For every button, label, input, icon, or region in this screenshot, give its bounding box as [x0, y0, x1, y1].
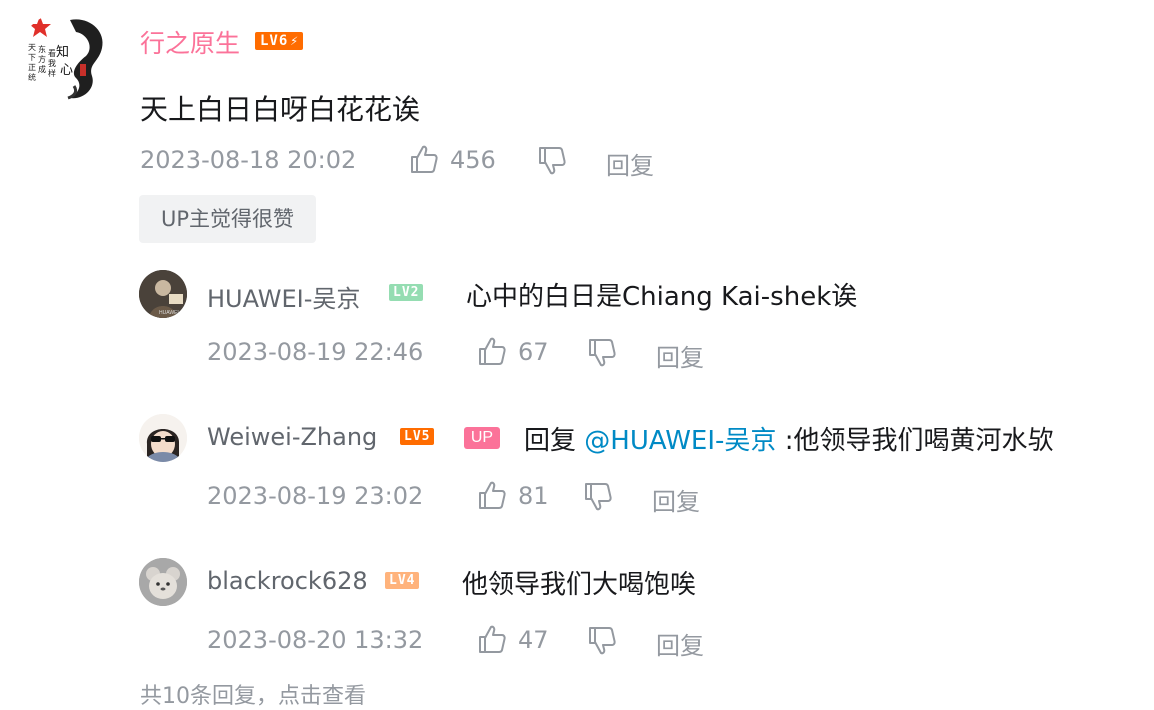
reply-username[interactable]: blackrock628 — [207, 567, 368, 595]
like-count: 47 — [518, 626, 549, 654]
thumbs-down-icon[interactable] — [588, 626, 616, 656]
thumbs-up-icon[interactable] — [478, 336, 506, 366]
avatar[interactable] — [139, 558, 187, 606]
svg-text:方: 方 — [38, 54, 46, 64]
lightning-icon: ⚡ — [290, 34, 300, 49]
svg-text:看: 看 — [48, 49, 56, 58]
reply-button[interactable]: 回复 — [606, 146, 654, 181]
reply-avatar-image — [139, 558, 187, 606]
thumbs-up-icon[interactable] — [478, 480, 506, 510]
svg-text:成: 成 — [38, 64, 46, 74]
svg-text:下: 下 — [28, 53, 36, 62]
level-badge: LV6 ⚡ — [255, 32, 304, 50]
svg-text:样: 样 — [48, 68, 56, 78]
reply-avatar-image: HUAWEI — [139, 270, 187, 318]
avatar[interactable]: 天 下 正 统 东 方 成 看 我 样 知 心 — [18, 12, 110, 104]
reply-text: 心中的白日是Chiang Kai-shek诶 — [466, 282, 858, 312]
reply-username[interactable]: Weiwei-Zhang — [207, 423, 377, 451]
level-badge-text: LV6 — [260, 33, 289, 49]
calligraphy-avatar-image: 天 下 正 统 东 方 成 看 我 样 知 心 — [18, 12, 110, 104]
svg-text:天: 天 — [28, 43, 36, 52]
like-count: 456 — [450, 146, 496, 174]
svg-text:知: 知 — [56, 44, 69, 60]
up-liked-tag: UP主觉得很赞 — [139, 195, 316, 243]
reply-timestamp: 2023-08-19 23:02 — [207, 482, 424, 510]
avatar[interactable]: HUAWEI — [139, 270, 187, 318]
reply-button[interactable]: 回复 — [656, 626, 704, 661]
reply-body: :他领导我们喝黄河水欤 — [784, 426, 1054, 456]
reply-button[interactable]: 回复 — [652, 482, 700, 517]
level-badge: LV2 — [389, 284, 424, 301]
reply-timestamp: 2023-08-19 22:46 — [207, 338, 424, 366]
svg-text:统: 统 — [28, 72, 36, 82]
reply-button[interactable]: 回复 — [656, 338, 704, 373]
reply-text: 他领导我们大喝饱唉 — [462, 570, 697, 600]
svg-text:正: 正 — [28, 63, 36, 72]
reply-prefix: 回复 — [524, 426, 577, 456]
reply-avatar-image — [139, 414, 187, 462]
thumbs-up-icon[interactable] — [410, 144, 438, 174]
thumbs-up-icon[interactable] — [478, 624, 506, 654]
like-count: 81 — [518, 482, 549, 510]
svg-text:东: 东 — [38, 44, 46, 54]
reply-text: 回复 @HUAWEI-吴京 :他领导我们喝黄河水欤 — [524, 420, 1053, 457]
thumbs-down-icon[interactable] — [584, 482, 612, 512]
svg-text:我: 我 — [48, 58, 56, 68]
mention-link[interactable]: @HUAWEI-吴京 — [584, 426, 776, 456]
level-badge: LV5 — [400, 428, 435, 445]
level-badge: LV4 — [385, 572, 420, 589]
view-more-replies-link[interactable]: 共10条回复，点击查看 — [140, 678, 366, 710]
like-count: 67 — [518, 338, 549, 366]
avatar[interactable] — [139, 414, 187, 462]
thumbs-down-icon[interactable] — [538, 146, 566, 176]
reply-username[interactable]: HUAWEI-吴京 — [207, 279, 360, 314]
comment-timestamp: 2023-08-18 20:02 — [140, 146, 357, 174]
svg-text:HUAWEI: HUAWEI — [159, 310, 179, 316]
reply-timestamp: 2023-08-20 13:32 — [207, 626, 424, 654]
up-badge: UP — [464, 427, 500, 449]
svg-text:心: 心 — [60, 63, 73, 78]
comment-text: 天上白日白呀白花花诶 — [140, 93, 421, 126]
thumbs-down-icon[interactable] — [588, 338, 616, 368]
comment-username[interactable]: 行之原生 — [140, 24, 240, 60]
